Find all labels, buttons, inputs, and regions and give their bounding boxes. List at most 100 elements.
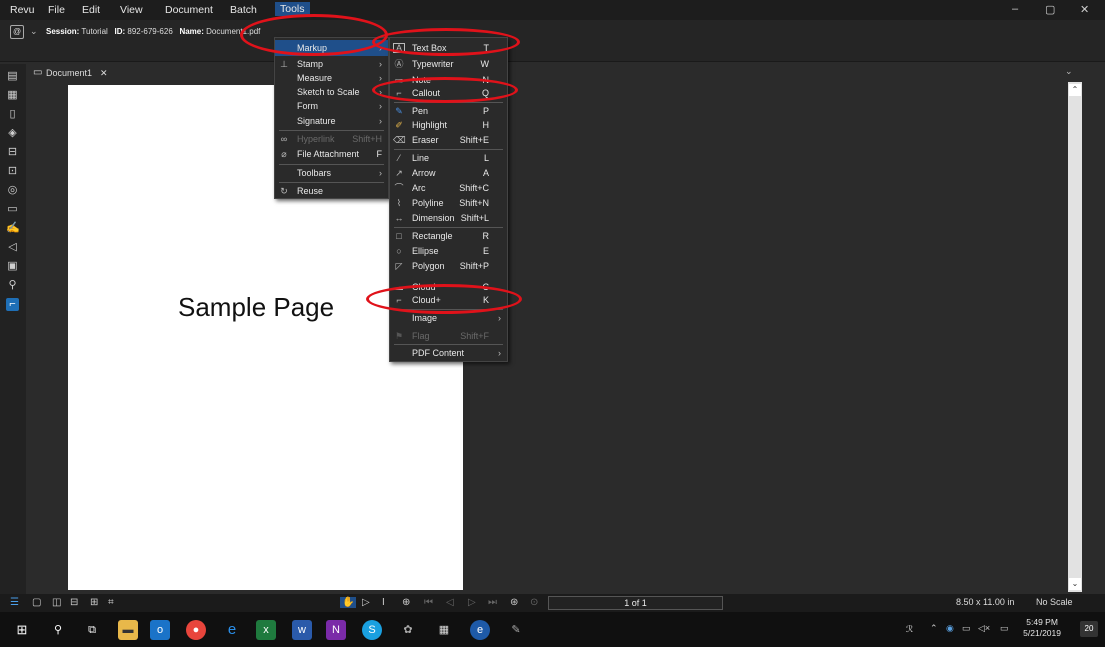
markups-list-icon[interactable]: ⊡ xyxy=(6,165,19,178)
select-icon[interactable]: ▷ xyxy=(362,597,370,608)
menu-item-rectangle[interactable]: □ Rectangle R xyxy=(390,228,507,244)
windows-taskbar: ⊞ ⚲ ⧉ ▬ o ● e x w N S ✿ ▦ e ✎ ℛ ⌃ ◉ ▭ ◁×… xyxy=(0,612,1105,647)
menu-item-signature[interactable]: Signature › xyxy=(275,113,388,129)
word-icon[interactable]: w xyxy=(292,620,312,640)
tray-chevron-icon[interactable]: ⌃ xyxy=(930,623,938,634)
single-page-icon[interactable]: ▢ xyxy=(32,597,41,608)
page-indicator[interactable]: 1 of 1 xyxy=(548,596,723,610)
minimize-button[interactable]: – xyxy=(1012,3,1018,15)
select-text-icon[interactable]: I xyxy=(382,597,385,608)
action-center-icon[interactable]: ▭ xyxy=(1000,623,1009,634)
menu-item-dimension[interactable]: ↔ Dimension Shift+L xyxy=(390,210,507,226)
paperclip-icon: ⌀ xyxy=(281,149,287,159)
thumbnails-icon[interactable]: ▤ xyxy=(6,70,19,83)
search-icon[interactable]: ⚲ xyxy=(48,620,68,640)
tab-document1[interactable]: ▭ Document1 ✕ xyxy=(30,66,115,82)
reuse-icon: ↻ xyxy=(280,186,288,196)
vertical-scrollbar[interactable]: ⌃ ⌄ xyxy=(1068,82,1082,592)
arc-icon: ⌒ xyxy=(394,183,404,193)
menu-item-pdf-content[interactable]: PDF Content › xyxy=(390,345,507,361)
back-icon[interactable]: ⊛ xyxy=(510,597,518,608)
menu-item-reuse[interactable]: ↻ Reuse xyxy=(275,183,388,199)
arrow-icon: ↗ xyxy=(395,168,403,178)
zoom-icon[interactable]: ⊕ xyxy=(402,597,410,608)
menu-edit[interactable]: Edit xyxy=(82,4,100,16)
clock-date: 5/21/2019 xyxy=(1023,628,1061,638)
studio-icon[interactable]: ◎ xyxy=(6,184,19,197)
compare-icon[interactable]: ⌗ xyxy=(108,597,114,608)
measure-icon[interactable]: ▭ xyxy=(6,203,19,216)
prev-page-icon[interactable]: ◁ xyxy=(446,597,454,608)
tab-close-icon[interactable]: ✕ xyxy=(100,68,108,79)
scale-label[interactable]: No Scale xyxy=(1036,597,1073,607)
tools-menu: Markup › ⊥ Stamp › Measure › Sketch to Scal… xyxy=(274,37,389,199)
bookmarks-icon[interactable]: ▯ xyxy=(6,108,19,121)
scroll-down-icon[interactable]: ⌄ xyxy=(1069,578,1081,590)
session-icon[interactable]: @ xyxy=(10,25,24,39)
battery-icon[interactable]: ▭ xyxy=(962,623,971,634)
close-button[interactable]: ✕ xyxy=(1080,3,1089,16)
menu-item-toolbars[interactable]: Toolbars › xyxy=(275,165,388,181)
menu-item-file-attachment[interactable]: ⌀ File Attachment F xyxy=(275,146,388,162)
menu-file[interactable]: File xyxy=(48,4,65,16)
list-view-icon[interactable]: ☰ xyxy=(10,597,19,608)
continuous-icon[interactable]: ⊟ xyxy=(70,597,78,608)
menu-item-arrow[interactable]: ↗ Arrow A xyxy=(390,165,507,181)
menu-view[interactable]: View xyxy=(120,4,143,16)
save-icon[interactable]: ▣ xyxy=(6,260,19,273)
scroll-up-icon[interactable]: ⌃ xyxy=(1069,84,1081,96)
paint-palette-icon[interactable]: ✎ xyxy=(506,620,526,640)
signature-icon[interactable]: ✍ xyxy=(6,222,20,235)
calculator-icon[interactable]: ▦ xyxy=(434,620,454,640)
polyline-icon: ⌇ xyxy=(396,198,402,208)
volume-muted-icon[interactable]: ◁× xyxy=(978,623,990,634)
two-page-icon[interactable]: ◫ xyxy=(52,597,61,608)
clock[interactable]: 5:49 PM 5/21/2019 xyxy=(1023,617,1061,639)
tab-menu-chevron-icon[interactable]: ⌄ xyxy=(1065,66,1073,77)
search-icon[interactable]: ⚲ xyxy=(6,279,19,292)
clock-time: 5:49 PM xyxy=(1026,617,1058,627)
task-view-icon[interactable]: ⧉ xyxy=(82,620,102,640)
menu-revu[interactable]: Revu xyxy=(10,4,35,16)
menu-item-typewriter[interactable]: Ⓐ Typewriter W xyxy=(390,56,507,72)
menu-item-polyline[interactable]: ⌇ Polyline Shift+N xyxy=(390,195,507,211)
menu-item-highlight[interactable]: ✐ Highlight H xyxy=(390,117,507,133)
chevron-down-icon[interactable]: ⌄ xyxy=(30,26,38,37)
edge-icon[interactable]: e xyxy=(222,620,242,640)
menu-batch[interactable]: Batch xyxy=(230,4,257,16)
outlook-icon[interactable]: o xyxy=(150,620,170,640)
menu-item-ellipse[interactable]: ○ Ellipse E xyxy=(390,243,507,259)
forward-icon[interactable]: ⊙ xyxy=(530,597,538,608)
line-icon: ⁄ xyxy=(398,153,400,163)
split-view-icon[interactable]: ⊞ xyxy=(90,597,98,608)
tray-app-icon[interactable]: ◉ xyxy=(946,623,954,634)
last-page-icon[interactable]: ⏭ xyxy=(488,597,497,608)
people-icon[interactable]: ℛ xyxy=(906,624,913,635)
pan-icon[interactable]: ✋ xyxy=(340,597,357,608)
grid-icon[interactable]: ▦ xyxy=(6,89,19,102)
first-page-icon[interactable]: ⏮ xyxy=(424,597,433,608)
windows-start-icon[interactable]: ⊞ xyxy=(12,620,32,640)
next-page-icon[interactable]: ▷ xyxy=(468,597,476,608)
bluebeam-icon[interactable]: e xyxy=(470,620,490,640)
layers-icon[interactable]: ◈ xyxy=(6,127,19,140)
notification-icon[interactable]: 20 xyxy=(1080,621,1098,637)
stamp-panel-icon[interactable]: ⊟ xyxy=(6,146,19,159)
menu-item-polygon[interactable]: ◸ Polygon Shift+P xyxy=(390,258,507,274)
chrome-icon[interactable]: ● xyxy=(186,620,206,640)
menu-item-arc[interactable]: ⌒ Arc Shift+C xyxy=(390,180,507,196)
excel-icon[interactable]: x xyxy=(256,620,276,640)
highlight-icon: ✐ xyxy=(395,120,403,130)
tag-icon[interactable]: ◁ xyxy=(6,241,19,254)
menu-item-eraser[interactable]: ⌫ Eraser Shift+E xyxy=(390,132,507,148)
menu-item-form[interactable]: Form › xyxy=(275,98,388,114)
onenote-icon[interactable]: N xyxy=(326,620,346,640)
paint-icon[interactable]: ✿ xyxy=(398,620,418,640)
menu-item-line[interactable]: ⁄ Line L xyxy=(390,150,507,166)
file-explorer-icon[interactable]: ▬ xyxy=(118,620,138,640)
menu-document[interactable]: Document xyxy=(165,4,213,16)
skype-icon[interactable]: S xyxy=(362,620,382,640)
tool-chest-icon[interactable]: ⌐ xyxy=(6,298,19,311)
annotation-ring-callout xyxy=(372,77,518,103)
restore-button[interactable]: ▢ xyxy=(1045,3,1055,16)
